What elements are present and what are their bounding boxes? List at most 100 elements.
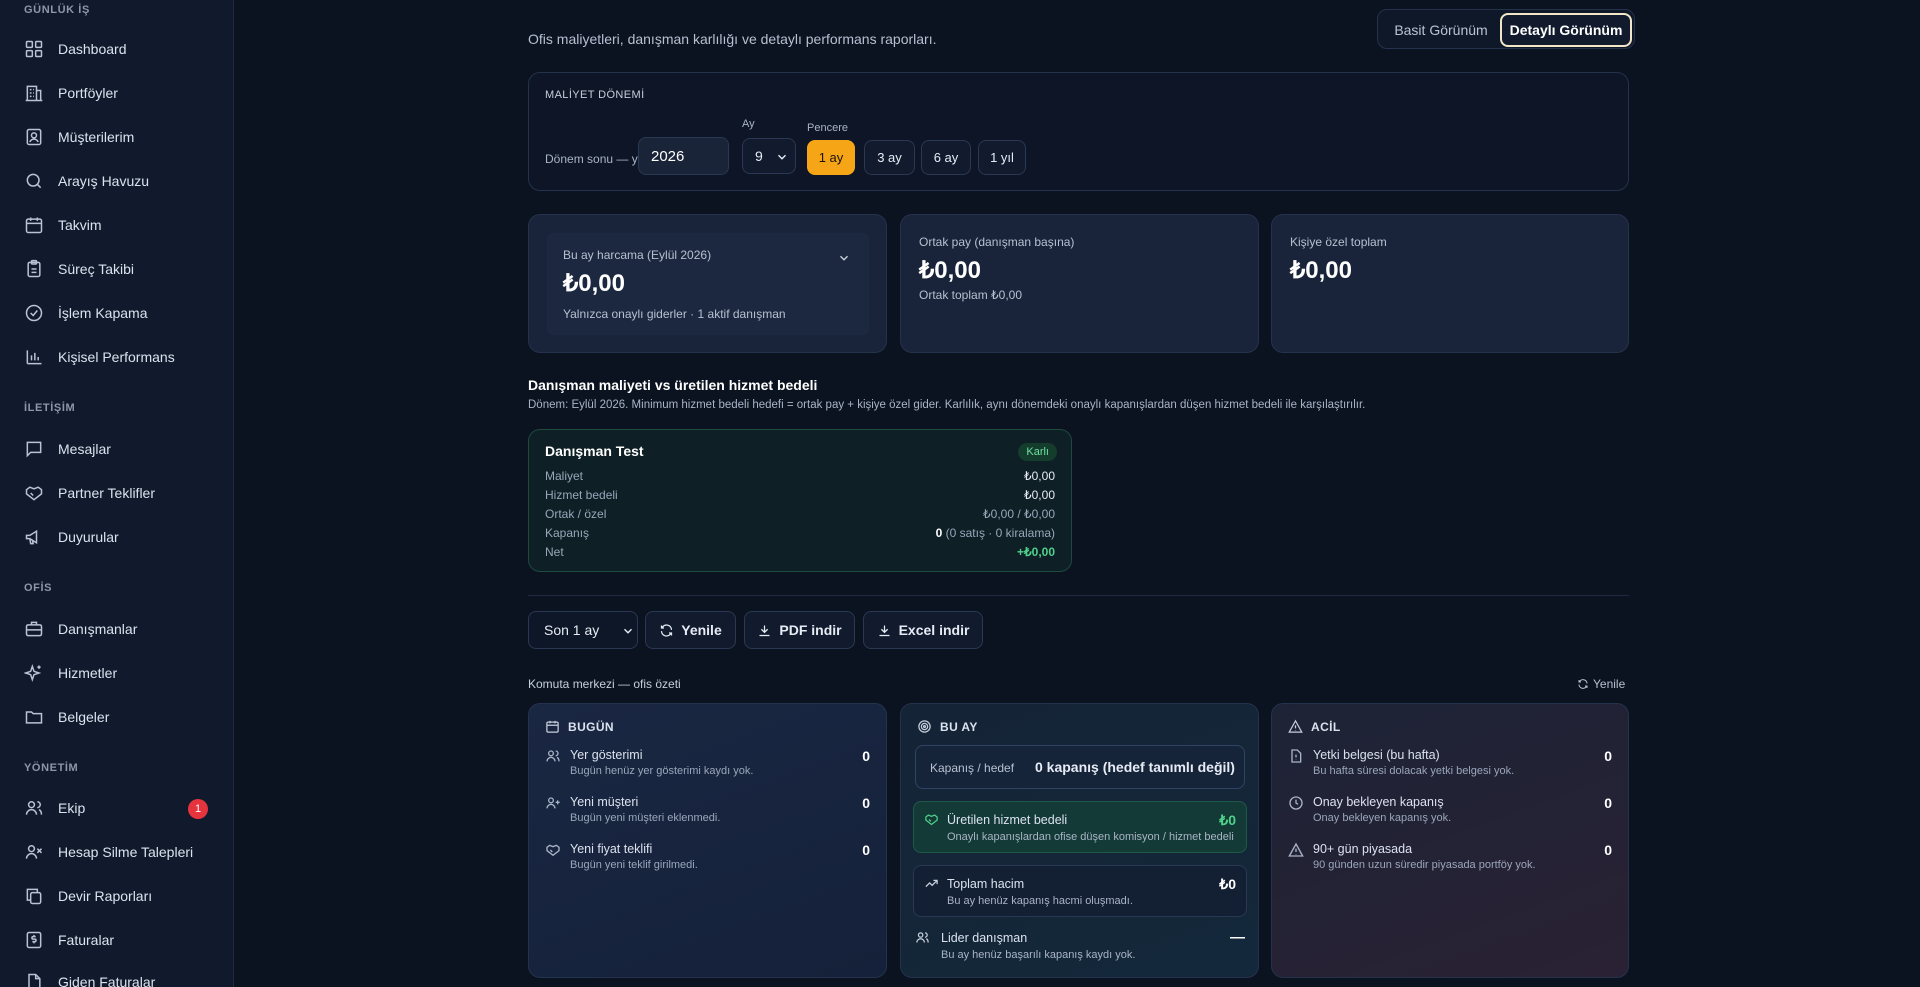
- chevron-down-icon: [775, 150, 789, 164]
- item-title: 90+ gün piyasada: [1313, 842, 1413, 856]
- year-input[interactable]: 2026: [638, 137, 729, 175]
- sidebar-item-dashboard[interactable]: Dashboard: [8, 30, 226, 68]
- sidebar-item-deletion-requests[interactable]: Hesap Silme Talepleri: [8, 833, 226, 871]
- users-icon: [24, 798, 44, 818]
- today-header: BUGÜN: [545, 719, 614, 734]
- sidebar-section-office: OFİS: [24, 582, 53, 594]
- item-desc: 90 günden uzun süredir piyasada portföy …: [1313, 859, 1536, 871]
- briefcase-icon: [24, 619, 44, 639]
- spend-title: Bu ay harcama (Eylül 2026): [563, 248, 712, 262]
- sidebar-section-management: YÖNETİM: [24, 762, 79, 774]
- chevron-down-icon: [837, 251, 851, 265]
- fee-box: Üretilen hizmet bedeli Onaylı kapanışlar…: [913, 801, 1247, 853]
- command-refresh-label: Yenile: [1593, 677, 1626, 691]
- main-content: Ofis maliyetleri, danışman karlılığı ve …: [234, 0, 1920, 987]
- sidebar-item-advisors[interactable]: Danışmanlar: [8, 610, 226, 648]
- sidebar-item-label: Belgeler: [58, 709, 110, 725]
- sidebar-item-services[interactable]: Hizmetler: [8, 654, 226, 692]
- sidebar-item-documents[interactable]: Belgeler: [8, 698, 226, 736]
- sidebar-item-messages[interactable]: Mesajlar: [8, 430, 226, 468]
- today-card: BUGÜN Yer gösterimi Bugün henüz yer göst…: [528, 703, 887, 978]
- sidebar-item-search-pool[interactable]: Arayış Havuzu: [8, 162, 226, 200]
- file-icon: [24, 972, 44, 987]
- closing-target-box: Kapanış / hedef 0 kapanış (hedef tanımlı…: [915, 745, 1245, 789]
- spend-expander[interactable]: Bu ay harcama (Eylül 2026) ₺0,00 Yalnızc…: [547, 233, 869, 335]
- sidebar-item-label: Arayış Havuzu: [58, 173, 150, 189]
- item-desc: Bu hafta süresi dolacak yetki belgesi yo…: [1313, 765, 1515, 777]
- item-title: Onay bekleyen kapanış: [1313, 795, 1444, 809]
- window-6-months[interactable]: 6 ay: [921, 140, 971, 175]
- today-title: BUGÜN: [568, 719, 614, 734]
- shared-value: ₺0,00: [919, 257, 981, 284]
- sidebar-item-partner-offers[interactable]: Partner Teklifler: [8, 474, 226, 512]
- item-title: Yer gösterimi: [570, 748, 643, 762]
- window-1-month[interactable]: 1 ay: [807, 140, 855, 175]
- row-value: ₺0,00: [1024, 469, 1055, 483]
- leader-title: Lider danışman: [941, 931, 1028, 945]
- page-subtitle: Ofis maliyetleri, danışman karlılığı ve …: [528, 31, 937, 47]
- sidebar-item-announcements[interactable]: Duyurular: [8, 518, 226, 556]
- month-select-value: 9: [755, 148, 763, 164]
- range-select-value: Son 1 ay: [544, 622, 600, 638]
- sidebar-item-transfer-reports[interactable]: Devir Raporları: [8, 877, 226, 915]
- excel-download-button[interactable]: Excel indir: [863, 611, 983, 649]
- sidebar-item-label: Ekip: [58, 800, 86, 816]
- personal-value: ₺0,00: [1290, 257, 1352, 284]
- leader-desc: Bu ay henüz başarılı kapanış kaydı yok.: [941, 949, 1136, 961]
- search-icon: [24, 171, 44, 191]
- item-title: Yetki belgesi (bu hafta): [1313, 748, 1440, 762]
- sidebar-item-label: Danışmanlar: [58, 621, 138, 637]
- sidebar-item-team[interactable]: Ekip 1: [8, 789, 226, 827]
- message-icon: [24, 439, 44, 459]
- sidebar-item-closing[interactable]: İşlem Kapama: [8, 294, 226, 332]
- warning-icon: [1288, 842, 1304, 858]
- pdf-download-button[interactable]: PDF indir: [744, 611, 855, 649]
- sidebar-item-calendar[interactable]: Takvim: [8, 206, 226, 244]
- advisor-profit-card: Danışman Test Karlı Maliyet ₺0,00 Hizmet …: [528, 429, 1072, 572]
- window-1-year[interactable]: 1 yıl: [978, 140, 1026, 175]
- command-center-title: Komuta merkezi — ofis özeti: [528, 677, 681, 691]
- command-refresh-link[interactable]: Yenile: [1577, 677, 1625, 691]
- sidebar-item-label: Devir Raporları: [58, 888, 153, 904]
- window-3-months[interactable]: 3 ay: [864, 140, 915, 175]
- today-item-showings: Yer gösterimi Bugün henüz yer gösterimi …: [545, 748, 870, 788]
- simple-view-button[interactable]: Basit Görünüm: [1382, 14, 1500, 46]
- sidebar-item-portfolios[interactable]: Portföyler: [8, 74, 226, 112]
- sidebar-section-daily: GÜNLÜK İŞ: [24, 4, 90, 16]
- sidebar-item-customers[interactable]: Müşterilerim: [8, 118, 226, 156]
- row-label: Net: [545, 545, 564, 559]
- item-value: 0: [1604, 842, 1612, 858]
- today-item-new-offers: Yeni fiyat teklifi Bugün yeni teklif gir…: [545, 842, 870, 882]
- fee-value: ₺0: [1219, 812, 1236, 828]
- sidebar-item-outgoing-invoices[interactable]: Giden Faturalar: [8, 963, 226, 987]
- month-select[interactable]: 9: [742, 138, 796, 174]
- shared-cost-card: Ortak pay (danışman başına) ₺0,00 Ortak …: [900, 214, 1259, 353]
- sidebar-item-invoices[interactable]: Faturalar: [8, 921, 226, 959]
- detailed-view-button[interactable]: Detaylı Görünüm: [1500, 13, 1632, 47]
- sidebar-item-performance[interactable]: Kişisel Performans: [8, 338, 226, 376]
- item-desc: Bugün henüz yer gösterimi kaydı yok.: [570, 765, 754, 777]
- cost-period-card: MALİYET DÖNEMİ Dönem sonu — yıl 2026 Ay …: [528, 72, 1629, 191]
- invoice-icon: [24, 930, 44, 950]
- divider: [528, 595, 1629, 596]
- download-icon: [757, 623, 772, 638]
- trending-up-icon: [924, 876, 939, 891]
- copy-icon: [24, 886, 44, 906]
- month-label: Ay: [742, 118, 755, 130]
- refresh-button[interactable]: Yenile: [645, 611, 736, 649]
- sidebar-item-label: Hesap Silme Talepleri: [58, 844, 194, 860]
- handshake-icon: [24, 483, 44, 503]
- sidebar-item-label: Faturalar: [58, 932, 115, 948]
- sidebar-item-label: Dashboard: [58, 41, 127, 57]
- item-value: 0: [862, 842, 870, 858]
- advisor-row-fee: Hizmet bedeli ₺0,00: [545, 488, 1055, 502]
- sidebar-item-label: Duyurular: [58, 529, 119, 545]
- row-value: +₺0,00: [1017, 545, 1055, 559]
- sidebar-item-process[interactable]: Süreç Takibi: [8, 250, 226, 288]
- fee-title: Üretilen hizmet bedeli: [947, 813, 1068, 827]
- sparkles-icon: [24, 663, 44, 683]
- range-select[interactable]: Son 1 ay: [528, 611, 638, 649]
- folder-icon: [24, 707, 44, 727]
- urgent-card: ACİL Yetki belgesi (bu hafta) Bu hafta s…: [1271, 703, 1629, 978]
- month-title: BU AY: [940, 719, 978, 734]
